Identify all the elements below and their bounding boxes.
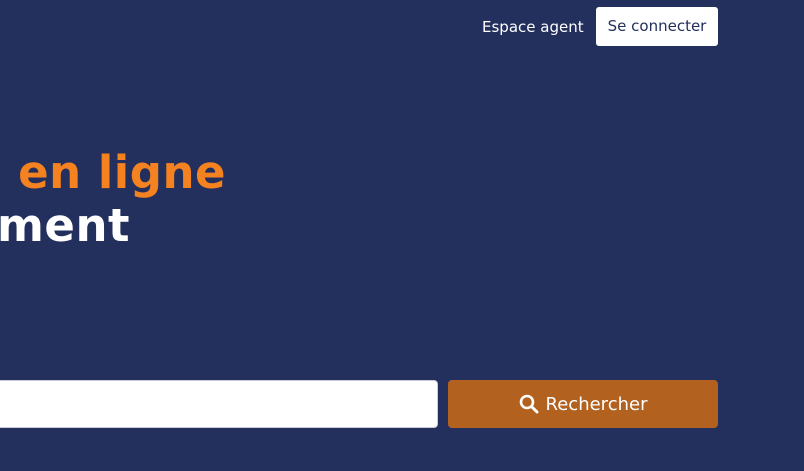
search-icon bbox=[519, 394, 539, 414]
search-button[interactable]: Rechercher bbox=[448, 380, 718, 428]
search-input[interactable] bbox=[0, 380, 438, 428]
login-button[interactable]: Se connecter bbox=[596, 7, 718, 46]
hero-headline: us en ligne ement bbox=[0, 146, 226, 252]
hero-headline-line-2: ement bbox=[0, 199, 130, 252]
search-button-label: Rechercher bbox=[545, 393, 648, 415]
agent-space-link[interactable]: Espace agent bbox=[482, 14, 584, 40]
hero-headline-line-1: us en ligne bbox=[0, 146, 226, 199]
page: Espace agent Se connecter us en ligne em… bbox=[0, 0, 804, 471]
